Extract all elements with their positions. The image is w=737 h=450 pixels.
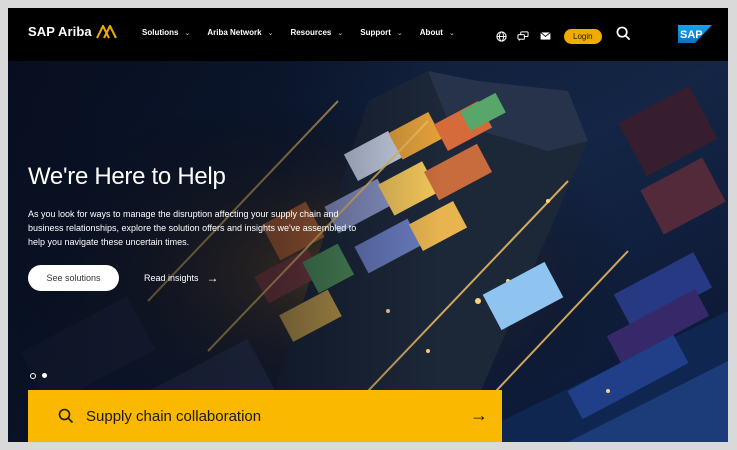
chevron-down-icon: ⌄ [267,29,274,37]
carousel-dot[interactable] [42,373,47,378]
see-solutions-button[interactable]: See solutions [28,265,119,291]
ariba-chevron-logo-icon [95,24,117,38]
mail-icon[interactable] [538,29,552,43]
login-button[interactable]: Login [564,28,602,44]
brand-name: SAP Ariba [28,24,92,39]
menu-item-support[interactable]: Support ⌄ [360,28,403,37]
carousel-dot-active[interactable] [30,373,36,379]
hero-description: As you look for ways to manage the disru… [28,209,357,247]
hero-title: We're Here to Help [28,163,226,190]
search-icon[interactable] [616,26,631,46]
globe-icon[interactable] [494,29,508,43]
supply-chain-collaboration-bar[interactable]: Supply chain collaboration → [28,390,502,442]
menu-item-label: About [419,28,443,37]
sap-ariba-logo[interactable]: SAP Ariba [28,24,118,39]
hero-banner: We're Here to Help As you look for ways … [8,61,728,442]
chevron-down-icon: ⌄ [337,29,344,37]
utility-nav: Login [494,26,631,46]
arrow-right-icon[interactable]: → [470,405,488,426]
chevron-down-icon: ⌄ [448,29,455,37]
menu-item-label: Resources [290,28,332,37]
chevron-down-icon: ⌄ [184,29,191,37]
menu-item-solutions[interactable]: Solutions ⌄ [142,28,190,37]
hero-overlay [8,61,728,442]
menu-item-label: Ariba Network [207,28,262,37]
main-menu: Solutions ⌄ Ariba Network ⌄ Resources ⌄ … [142,28,472,37]
chevron-down-icon: ⌄ [396,29,403,37]
sap-logo-text: SAP [680,29,703,41]
arrow-right-icon: → [206,271,219,285]
menu-item-resources[interactable]: Resources ⌄ [290,28,343,37]
read-insights-label: Read insights [144,273,199,283]
menu-item-ariba-network[interactable]: Ariba Network ⌄ [207,28,273,37]
menu-item-label: Support [360,28,391,37]
chat-icon[interactable] [516,29,530,43]
carousel-indicators [30,373,53,379]
top-navigation-bar: SAP Ariba Solutions ⌄ Ariba Network ⌄ Re… [8,8,728,61]
search-icon [58,408,74,424]
menu-item-label: Solutions [142,28,179,37]
browser-frame: SAP Ariba Solutions ⌄ Ariba Network ⌄ Re… [8,8,728,442]
sap-logo[interactable]: SAP [678,25,712,43]
read-insights-link[interactable]: Read insights → [144,271,219,285]
collaboration-label: Supply chain collaboration [86,407,262,425]
menu-item-about[interactable]: About ⌄ [420,28,455,37]
